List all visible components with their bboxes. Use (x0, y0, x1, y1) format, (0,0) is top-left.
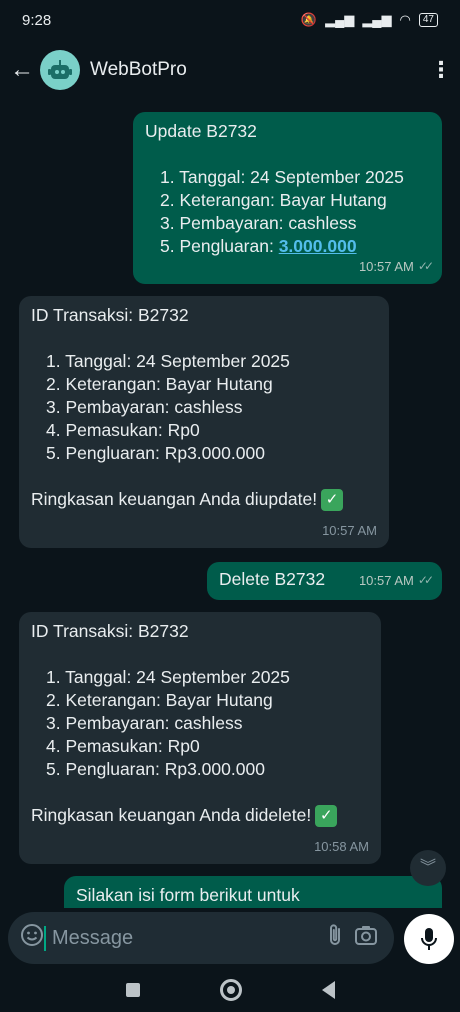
home-icon[interactable] (219, 979, 242, 1001)
paperclip-icon[interactable] (319, 923, 351, 953)
composer (0, 908, 460, 968)
sticker-icon[interactable] (20, 923, 44, 953)
recent-apps-icon[interactable] (125, 983, 140, 997)
message-item: 2. Keterangan: Bayar Hutang (160, 190, 387, 210)
message-item: 4. Pemasukan: Rp0 (46, 420, 200, 440)
message-item: 1. Tanggal: 24 September 2025 (160, 167, 404, 187)
message-item: 2. Keterangan: Bayar Hutang (46, 690, 273, 710)
double-chevron-down-icon[interactable]: ︾ (410, 850, 446, 886)
signal-icon: ▂▄▆ (325, 12, 355, 27)
arrow-left-icon[interactable]: ← (10, 56, 36, 84)
message-header: Silakan isi form berikut untuk (76, 885, 300, 905)
avatar[interactable] (40, 50, 80, 90)
message-list[interactable]: Update B2732 1. Tanggal: 24 September 20… (0, 100, 460, 908)
message-time: 10:57 AM (322, 523, 377, 538)
battery-icon: 47 (418, 13, 438, 27)
message-meta: 10:57 AM (322, 519, 377, 542)
message-footer: Ringkasan keuangan Anda didelete! (31, 805, 312, 825)
double-check-icon: ✓✓ (417, 259, 434, 273)
message-time: 10:57 AM (358, 259, 414, 274)
check-mark-icon: ✓ (321, 489, 344, 512)
more-vertical-icon[interactable]: ⋮ (430, 57, 452, 83)
message-item: 3. Pembayaran: cashless (46, 713, 243, 733)
message-item: 1. Tanggal: 24 September 2025 (46, 351, 290, 371)
system-navigation-bar (0, 968, 460, 1012)
robot-icon (48, 60, 72, 79)
message-bubble-outgoing[interactable]: Update B2732 1. Tanggal: 24 September 20… (133, 112, 442, 284)
message-bubble-outgoing[interactable]: Delete B2732 10:57 AM ✓✓ (207, 562, 442, 600)
back-icon[interactable] (321, 981, 335, 999)
wifi-icon: ◠ (399, 12, 411, 27)
message-time: 10:57 AM (358, 573, 414, 588)
message-bubble-incoming[interactable]: ID Transaksi: B2732 1. Tanggal: 24 Septe… (19, 612, 381, 864)
message-item: 4. Pemasukan: Rp0 (46, 736, 200, 756)
message-item: 3. Pembayaran: cashless (160, 213, 357, 233)
message-meta: 10:58 AM (314, 835, 369, 858)
signal-icon-2: ▂▄▆ (362, 12, 392, 27)
amount-link[interactable]: 3.000.000 (279, 236, 357, 256)
message-bubble-outgoing[interactable]: Silakan isi form berikut untuk (64, 876, 442, 908)
message-input-box[interactable] (8, 912, 394, 964)
message-header: ID Transaksi: B2732 (31, 305, 189, 325)
message-item: 5. Pengluaran: Rp3.000.000 (46, 443, 265, 463)
check-mark-icon: ✓ (315, 805, 338, 828)
message-meta: 10:57 AM ✓✓ (358, 255, 434, 278)
message-input[interactable] (44, 925, 319, 951)
double-check-icon: ✓✓ (417, 573, 434, 587)
message-item: 1. Tanggal: 24 September 2025 (46, 667, 290, 687)
message-meta: 10:57 AM ✓✓ (358, 569, 434, 592)
message-bubble-incoming[interactable]: ID Transaksi: B2732 1. Tanggal: 24 Septe… (19, 296, 389, 548)
chat-header: ← WebBotPro ⋮ (0, 40, 460, 100)
message-header: Update B2732 (145, 121, 257, 141)
message-item: 2. Keterangan: Bayar Hutang (46, 374, 273, 394)
status-icons: 🔕 ▂▄▆ ▂▄▆ ◠ 47 (301, 12, 438, 28)
message-header: ID Transaksi: B2732 (31, 621, 189, 641)
status-bar: 9:28 🔕 ▂▄▆ ▂▄▆ ◠ 47 (0, 0, 460, 40)
chat-title[interactable]: WebBotPro (90, 59, 430, 81)
camera-icon[interactable] (351, 924, 383, 952)
message-header: Delete B2732 (219, 569, 326, 589)
mute-icon: 🔕 (300, 12, 318, 27)
message-item: 3. Pembayaran: cashless (46, 397, 243, 417)
message-footer: Ringkasan keuangan Anda diupdate! (31, 489, 318, 509)
microphone-icon[interactable] (404, 914, 454, 964)
message-item: 5. Pengluaran: Rp3.000.000 (46, 759, 265, 779)
message-item: 5. Pengluaran: (160, 236, 279, 256)
message-time: 10:58 AM (314, 839, 369, 854)
status-time: 9:28 (22, 11, 52, 29)
